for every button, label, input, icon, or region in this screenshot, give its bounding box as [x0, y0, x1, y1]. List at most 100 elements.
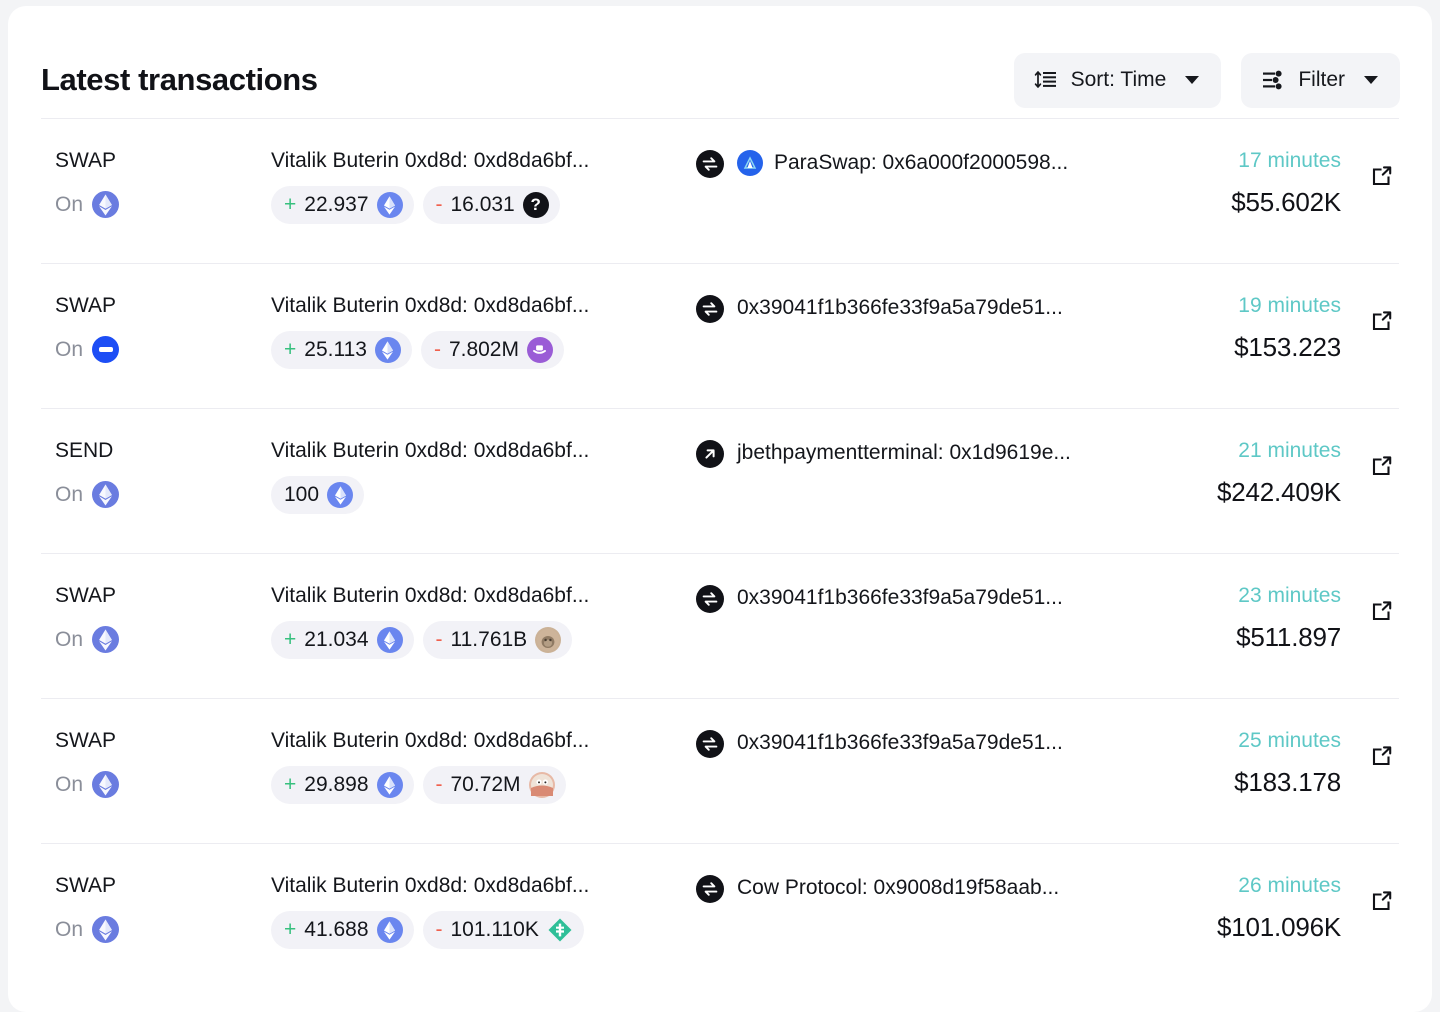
- table-row[interactable]: SEND On Vitalik Buterin 0xd8d: 0xd8da6bf..…: [41, 408, 1399, 553]
- chain-cell: On: [55, 191, 271, 218]
- amount-value: 101.110K: [451, 918, 539, 942]
- on-label: On: [55, 482, 83, 508]
- counterparty-cell: jbethpaymentterminal: 0x1d9619e...: [696, 438, 1099, 468]
- open-in-new-icon: [1369, 453, 1395, 479]
- counterparty-name: 0x39041f1b366fe33f9a5a79de51...: [737, 295, 1063, 321]
- amount-chip: +22.937: [271, 186, 414, 224]
- filter-button[interactable]: Filter: [1241, 53, 1400, 108]
- table-row[interactable]: SWAP OnVitalik Buterin 0xd8d: 0xd8da6bf..…: [41, 118, 1399, 263]
- account-name[interactable]: Vitalik Buterin 0xd8d: 0xd8da6bf...: [271, 438, 696, 464]
- on-label: On: [55, 337, 83, 363]
- amount-sign: +: [284, 773, 296, 797]
- transaction-type-cell: SWAP On: [41, 148, 271, 218]
- eth-token-icon: [327, 482, 353, 508]
- amounts-group: +29.898-70.72M: [271, 766, 696, 804]
- relative-time: 25 minutes: [1099, 728, 1341, 754]
- chevron-down-icon: [1364, 76, 1378, 84]
- account-cell: Vitalik Buterin 0xd8d: 0xd8da6bf... 100: [271, 438, 696, 514]
- account-cell: Vitalik Buterin 0xd8d: 0xd8da6bf...+41.6…: [271, 873, 696, 949]
- chain-cell: On: [55, 336, 271, 363]
- eth-token-icon: [377, 627, 403, 653]
- counterparty-line[interactable]: 0x39041f1b366fe33f9a5a79de51...: [737, 730, 1063, 756]
- transaction-type: SWAP: [55, 728, 271, 754]
- relative-time: 23 minutes: [1099, 583, 1341, 609]
- ethereum-chain-icon: [92, 481, 119, 508]
- safe-token-icon: [547, 917, 573, 943]
- usd-value: $55.602K: [1099, 187, 1341, 217]
- relative-time: 26 minutes: [1099, 873, 1341, 899]
- paraswap-icon: [737, 150, 763, 176]
- amount-sign: -: [436, 628, 443, 652]
- counterparty-name: ParaSwap: 0x6a000f2000598...: [774, 150, 1068, 176]
- amounts-group: +25.113-7.802M: [271, 331, 696, 369]
- open-transaction-link[interactable]: [1369, 598, 1395, 624]
- amounts-group: 100: [271, 476, 696, 514]
- counterparty-line[interactable]: 0x39041f1b366fe33f9a5a79de51...: [737, 295, 1063, 321]
- degen-token-icon: [527, 337, 553, 363]
- eth-token-icon: [377, 772, 403, 798]
- transaction-type: SWAP: [55, 148, 271, 174]
- swap-icon: [696, 875, 724, 903]
- amount-value: 29.898: [304, 773, 368, 797]
- amount-chip: +25.113: [271, 331, 412, 369]
- summary-cell: 23 minutes$511.897: [1099, 583, 1399, 652]
- amount-sign: +: [284, 628, 296, 652]
- amounts-group: +41.688-101.110K: [271, 911, 696, 949]
- sort-icon: [1034, 68, 1058, 92]
- amount-chip: +29.898: [271, 766, 414, 804]
- usd-value: $242.409K: [1099, 477, 1341, 507]
- amount-value: 100: [284, 483, 319, 507]
- eth-token-icon: [375, 337, 401, 363]
- open-transaction-link[interactable]: [1369, 743, 1395, 769]
- account-name[interactable]: Vitalik Buterin 0xd8d: 0xd8da6bf...: [271, 583, 696, 609]
- amount-value: 22.937: [304, 193, 368, 217]
- open-transaction-link[interactable]: [1369, 163, 1395, 189]
- account-cell: Vitalik Buterin 0xd8d: 0xd8da6bf... +22.9…: [271, 148, 696, 224]
- open-transaction-link[interactable]: [1369, 888, 1395, 914]
- table-row[interactable]: SWAPOnVitalik Buterin 0xd8d: 0xd8da6bf..…: [41, 263, 1399, 408]
- relative-time: 21 minutes: [1099, 438, 1341, 464]
- summary-cell: 25 minutes$183.178: [1099, 728, 1399, 797]
- relative-time: 19 minutes: [1099, 293, 1341, 319]
- account-name[interactable]: Vitalik Buterin 0xd8d: 0xd8da6bf...: [271, 148, 696, 174]
- amount-chip: -11.761B: [423, 621, 573, 659]
- open-transaction-link[interactable]: [1369, 308, 1395, 334]
- amount-value: 41.688: [304, 918, 368, 942]
- amount-chip: -7.802M: [421, 331, 564, 369]
- table-row[interactable]: SWAPOnVitalik Buterin 0xd8d: 0xd8da6bf..…: [41, 843, 1399, 988]
- table-row[interactable]: SWAPOnVitalik Buterin 0xd8d: 0xd8da6bf..…: [41, 553, 1399, 698]
- counterparty-cell: Cow Protocol: 0x9008d19f58aab...: [696, 873, 1099, 903]
- chevron-down-icon: [1185, 76, 1199, 84]
- table-row[interactable]: SWAP OnVitalik Buterin 0xd8d: 0xd8da6bf..…: [41, 698, 1399, 843]
- sort-button[interactable]: Sort: Time: [1014, 53, 1222, 108]
- amount-sign: -: [436, 918, 443, 942]
- counterparty-line[interactable]: ParaSwap: 0x6a000f2000598...: [737, 150, 1068, 176]
- account-name[interactable]: Vitalik Buterin 0xd8d: 0xd8da6bf...: [271, 873, 696, 899]
- account-name[interactable]: Vitalik Buterin 0xd8d: 0xd8da6bf...: [271, 293, 696, 319]
- swap-icon: [696, 585, 724, 613]
- counterparty-line[interactable]: jbethpaymentterminal: 0x1d9619e...: [737, 440, 1071, 466]
- counterparty-line[interactable]: 0x39041f1b366fe33f9a5a79de51...: [737, 585, 1063, 611]
- open-in-new-icon: [1369, 598, 1395, 624]
- page-title: Latest transactions: [41, 62, 318, 98]
- transaction-type: SEND: [55, 438, 271, 464]
- summary-cell: 17 minutes$55.602K: [1099, 148, 1399, 217]
- counterparty-cell: ParaSwap: 0x6a000f2000598...: [696, 148, 1099, 178]
- eth-token-icon: [377, 917, 403, 943]
- base-chain-icon: [92, 336, 119, 363]
- unknown-token-icon: ?: [523, 192, 549, 218]
- amount-sign: +: [284, 193, 296, 217]
- summary-cell: 19 minutes$153.223: [1099, 293, 1399, 362]
- open-in-new-icon: [1369, 163, 1395, 189]
- swap-icon: [696, 730, 724, 758]
- counterparty-line[interactable]: Cow Protocol: 0x9008d19f58aab...: [737, 875, 1059, 901]
- account-name[interactable]: Vitalik Buterin 0xd8d: 0xd8da6bf...: [271, 728, 696, 754]
- counterparty-name: Cow Protocol: 0x9008d19f58aab...: [737, 875, 1059, 901]
- amount-value: 21.034: [304, 628, 368, 652]
- transaction-type-cell: SWAPOn: [41, 293, 271, 363]
- open-transaction-link[interactable]: [1369, 453, 1395, 479]
- account-cell: Vitalik Buterin 0xd8d: 0xd8da6bf... +21.0…: [271, 583, 696, 659]
- chain-cell: On: [55, 771, 271, 798]
- transaction-type: SWAP: [55, 583, 271, 609]
- eth-token-icon: [377, 192, 403, 218]
